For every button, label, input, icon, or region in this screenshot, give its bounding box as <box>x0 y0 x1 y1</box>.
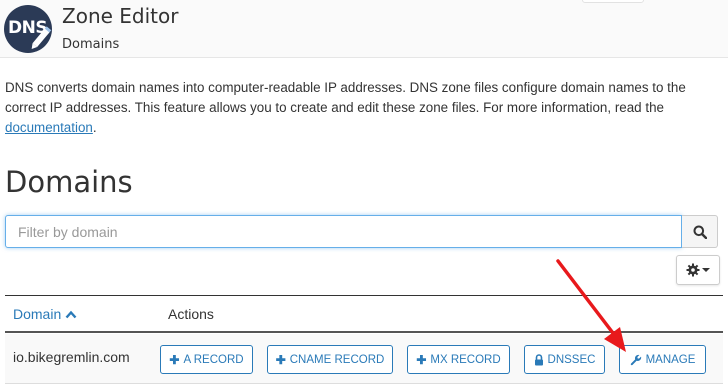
topbar-tab[interactable] <box>582 0 644 3</box>
add-a-record-label: A RECORD <box>183 353 244 366</box>
documentation-link[interactable]: documentation <box>5 120 93 135</box>
intro-paragraph: DNS converts domain names into computer-… <box>5 78 723 138</box>
domain-column-label: Domain <box>13 306 62 322</box>
section-title: Domains <box>5 165 133 199</box>
page-title: Zone Editor <box>62 4 179 28</box>
intro-trailing: . <box>92 120 97 135</box>
domain-cell: io.bikegremlin.com <box>13 349 130 365</box>
gear-icon <box>686 263 700 277</box>
search-icon <box>693 225 707 239</box>
add-mx-record-label: MX RECORD <box>430 353 501 366</box>
plus-icon: ✚ <box>416 352 427 367</box>
table-header: Domain Actions <box>5 295 723 333</box>
plus-icon: ✚ <box>169 352 180 367</box>
sort-ascending-icon <box>65 310 77 318</box>
breadcrumb[interactable]: Domains <box>62 37 119 52</box>
add-cname-record-label: CNAME RECORD <box>289 353 385 366</box>
actions-column-header: Actions <box>168 306 214 322</box>
search-button[interactable] <box>682 215 718 248</box>
wrench-icon <box>630 354 641 365</box>
zone-editor-logo: DNS <box>4 5 52 53</box>
manage-button[interactable]: MANAGE <box>619 345 706 374</box>
dnssec-button[interactable]: DNSSEC <box>524 345 605 374</box>
add-cname-record-button[interactable]: ✚ CNAME RECORD <box>267 345 393 374</box>
domain-column-header[interactable]: Domain <box>13 306 77 322</box>
dnssec-label: DNSSEC <box>547 353 596 366</box>
plus-icon: ✚ <box>275 352 286 367</box>
add-a-record-button[interactable]: ✚ A RECORD <box>160 345 253 374</box>
settings-dropdown-button[interactable] <box>676 255 720 285</box>
page-header: DNS Zone Editor Domains <box>0 0 728 58</box>
pen-icon <box>31 26 52 49</box>
manage-label: MANAGE <box>645 353 696 366</box>
intro-text: DNS converts domain names into computer-… <box>5 80 686 115</box>
lock-icon <box>534 353 543 365</box>
table-row: io.bikegremlin.com ✚ A RECORD ✚ CNAME RE… <box>5 334 723 384</box>
add-mx-record-button[interactable]: ✚ MX RECORD <box>407 345 510 374</box>
chevron-down-icon <box>702 268 710 272</box>
filter-group <box>5 215 718 248</box>
filter-input[interactable] <box>5 215 682 248</box>
